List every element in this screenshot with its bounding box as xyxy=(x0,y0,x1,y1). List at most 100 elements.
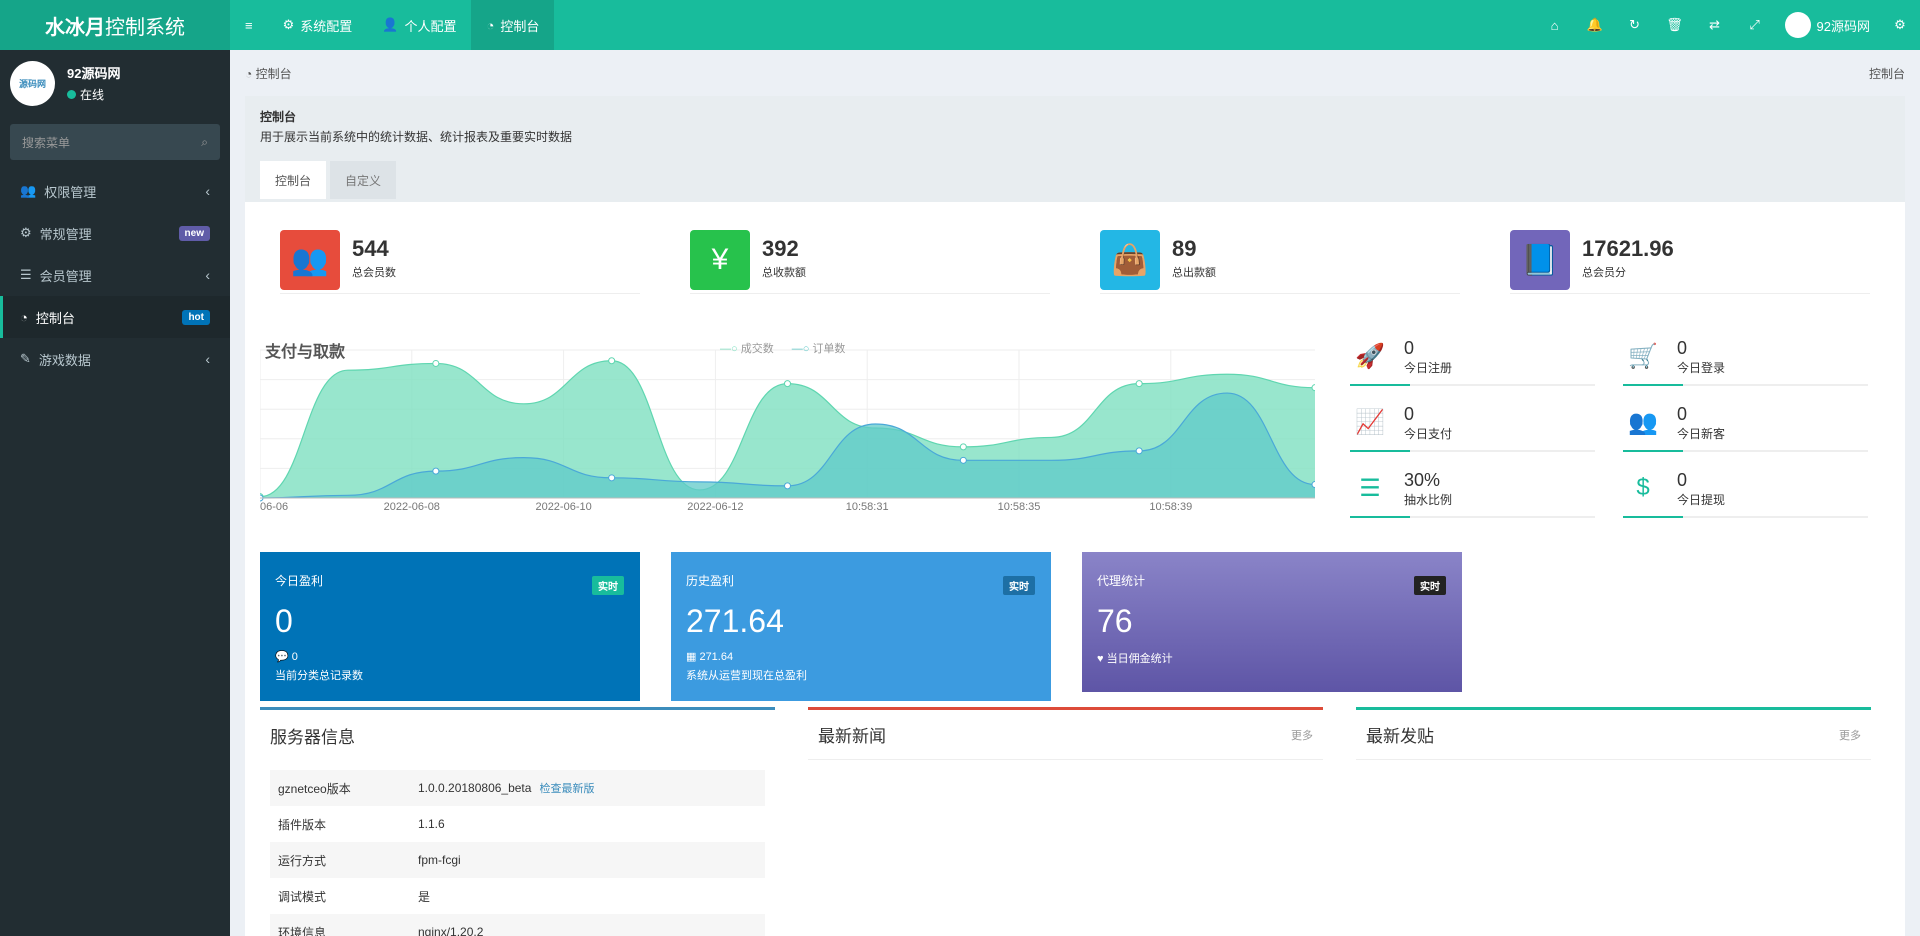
content-area: ◔ 控制台 控制台 控制台 用于展示当前系统中的统计数据、统计报表及重要实时数据… xyxy=(230,50,1920,936)
box-header: 服务器信息 xyxy=(260,710,775,760)
data-point[interactable] xyxy=(1311,481,1319,489)
sidebar-item-label: 权限管理 xyxy=(44,184,97,200)
chart-svg: 06-06 2022-06-08 2022-06-10 2022-06-12 10:58… xyxy=(256,349,1319,513)
data-point[interactable] xyxy=(959,443,967,451)
more-link[interactable]: 更多 xyxy=(1839,727,1861,743)
data-point[interactable] xyxy=(608,357,616,365)
stat-total-points: 📘 17621.96 总会员分 xyxy=(1510,230,1870,294)
table-row: 运行方式 fpm-fcgi xyxy=(270,842,765,878)
book-icon: 📘 xyxy=(1510,230,1570,290)
stat-label: 总会员分 xyxy=(1582,267,1626,279)
card-title: 历史盈利 xyxy=(686,574,735,588)
mini-label: 今日新客 xyxy=(1677,427,1726,441)
shopping-bag-icon: 👜 xyxy=(1100,230,1160,290)
box-header: 最新新闻 更多 xyxy=(808,710,1323,760)
search-icon[interactable]: ⌕ xyxy=(201,135,208,150)
sidebar-item-general[interactable]: ⚙ 常规管理 new xyxy=(0,212,230,254)
sidebar-toggle-button[interactable]: ≡ xyxy=(230,0,268,50)
table-row: gznetceo版本 1.0.0.20180806_beta 检查最新版 xyxy=(270,770,765,806)
breadcrumb-left[interactable]: ◔ 控制台 xyxy=(245,65,292,82)
gear-icon: ⚙ xyxy=(282,17,295,32)
breadcrumb: ◔ 控制台 控制台 xyxy=(230,50,1920,96)
sidebar-item-permissions[interactable]: 👥 权限管理 ‹ xyxy=(0,170,230,212)
mini-label: 今日提现 xyxy=(1677,493,1726,507)
legend-label: 订单数 xyxy=(812,343,846,355)
mini-value: 0 xyxy=(1677,404,1688,424)
server-info-box: 服务器信息 gznetceo版本 1.0.0.20180806_beta 检查最新版… xyxy=(260,707,775,936)
users-icon: 👥 xyxy=(280,230,340,290)
data-point[interactable] xyxy=(784,482,791,490)
avatar xyxy=(1784,12,1811,38)
stat-value: 89 xyxy=(1172,236,1197,261)
realtime-badge: 实时 xyxy=(1003,576,1035,595)
more-link[interactable]: 更多 xyxy=(1291,727,1313,743)
data-point[interactable] xyxy=(1135,447,1143,455)
menu-search-input[interactable]: 搜索菜单 ⌕ xyxy=(10,124,220,160)
breadcrumb-text: 控制台 xyxy=(255,66,292,81)
info-value: 是 xyxy=(418,889,431,904)
mini-stat-rake-ratio: ☰ 30% 抽水比例 xyxy=(1350,468,1595,518)
legend-marker-icon: ―○ xyxy=(791,343,813,355)
card-title: 今日盈利 xyxy=(275,574,324,588)
chart-title: 支付与取款 xyxy=(265,344,346,361)
legend-item-orders[interactable]: ―○ 订单数 xyxy=(792,340,846,356)
legend-marker-icon: ―○ xyxy=(720,343,741,355)
sidebar-item-label: 会员管理 xyxy=(39,268,92,284)
home-icon[interactable]: ⌂ xyxy=(1535,0,1575,50)
top-navbar: 水冰月 控制系统 ≡ ⚙ 系统配置 👤 个人配置 ◔ 控制台 ⌂ 🔔 ↻ 🗑 ⇄ ⤢ 9… xyxy=(0,0,1920,50)
tab-dashboard[interactable]: ◔ 控制台 xyxy=(471,0,555,50)
box-header: 最新发贴 更多 xyxy=(1356,710,1871,760)
tab-personal-config[interactable]: 👤 个人配置 xyxy=(367,0,471,50)
data-point[interactable] xyxy=(1311,384,1319,392)
user-menu[interactable]: 92源码网 xyxy=(1775,0,1880,50)
tab-system-config[interactable]: ⚙ 系统配置 xyxy=(268,0,368,50)
rocket-icon: 🚀 xyxy=(1355,342,1385,370)
refresh-icon[interactable]: ↻ xyxy=(1615,0,1655,50)
cogs-icon[interactable]: ⚙ xyxy=(1880,0,1920,50)
sidebar-item-label: 游戏数据 xyxy=(38,352,91,368)
mini-label: 今日注册 xyxy=(1404,361,1453,375)
tab-label: 系统配置 xyxy=(300,18,353,34)
legend-item-deals[interactable]: ―○ 成交数 xyxy=(720,340,774,356)
sidebar-item-game-data[interactable]: ✎ 游戏数据 ‹ xyxy=(0,338,230,380)
data-point[interactable] xyxy=(1135,380,1143,388)
x-tick-label: 2022-06-08 xyxy=(384,501,440,512)
bell-icon[interactable]: 🔔 xyxy=(1575,0,1615,50)
box-title: 服务器信息 xyxy=(270,727,355,747)
info-value: nginx/1.20.2 xyxy=(418,925,484,936)
mini-value: 30% xyxy=(1404,470,1441,490)
profile-name: 92源码网 xyxy=(67,66,121,81)
sidebar-item-members[interactable]: ☰ 会员管理 ‹ xyxy=(0,254,230,296)
data-point[interactable] xyxy=(432,467,440,475)
trash-icon[interactable]: 🗑 xyxy=(1655,0,1695,50)
panel-heading: 控制台 用于展示当前系统中的统计数据、统计报表及重要实时数据 控制台 自定义 xyxy=(245,96,1905,202)
card-note: 当前分类总记录数 xyxy=(275,670,363,682)
user-icon: 👤 xyxy=(382,17,399,32)
dashboard-icon: ◔ xyxy=(20,309,28,325)
sidebar: 源码网 92源码网 在线 搜索菜单 ⌕ 👥 权限管理 ‹ ⚙ 常规管理 new ☰ 会员管理… xyxy=(0,50,230,936)
payment-chart: 06-06 2022-06-08 2022-06-10 2022-06-12 10:58… xyxy=(256,336,1319,513)
tab-custom[interactable]: 自定义 xyxy=(330,161,397,199)
check-update-link[interactable]: 检查最新版 xyxy=(539,780,594,796)
line-chart-icon: 📈 xyxy=(1355,408,1385,436)
card-history-profit: 历史盈利 实时 271.64 ▦ 271.64 系统从运营到现在总盈利 xyxy=(671,552,1051,701)
data-point[interactable] xyxy=(608,474,616,482)
x-tick-label: 10:58:31 xyxy=(846,501,889,512)
fullscreen-icon[interactable]: ⤢ xyxy=(1735,0,1775,50)
data-point[interactable] xyxy=(959,456,967,464)
mini-stat-today-login: 🛒 0 今日登录 xyxy=(1623,336,1868,386)
translate-icon[interactable]: ⇄ xyxy=(1695,0,1735,50)
chevron-left-icon: ‹ xyxy=(205,267,210,283)
mini-label: 今日支付 xyxy=(1404,427,1453,441)
card-sub: ▦ 271.64 xyxy=(686,651,734,663)
data-point[interactable] xyxy=(432,359,440,367)
tab-dashboard-panel[interactable]: 控制台 xyxy=(260,161,327,199)
data-point[interactable] xyxy=(784,380,791,388)
app-logo[interactable]: 水冰月 控制系统 xyxy=(0,0,230,50)
dashboard-main: 👥 544 总会员数 ¥ 392 总收款额 👜 89 总出款额 📘 17621.96 总… xyxy=(245,202,1905,936)
info-key: 插件版本 xyxy=(278,817,327,832)
sidebar-item-dashboard[interactable]: ◔ 控制台 hot xyxy=(0,296,230,338)
chart-legend: ―○ 成交数 ―○ 订单数 xyxy=(720,340,845,356)
card-today-profit: 今日盈利 实时 0 💬 0 当前分类总记录数 xyxy=(260,552,640,701)
realtime-badge: 实时 xyxy=(1414,576,1446,595)
